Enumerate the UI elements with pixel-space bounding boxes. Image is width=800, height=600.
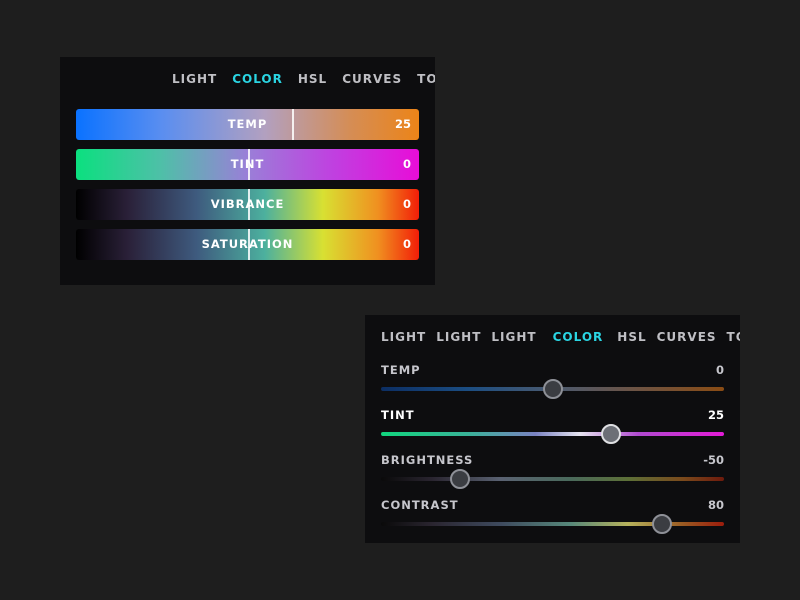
tab-toning[interactable]: TONING [417, 71, 435, 87]
temp-label: TEMP [227, 117, 268, 131]
brightness-value: -50 [703, 453, 724, 467]
color-panel-bars: LIGHT COLOR HSL CURVES TONING TEMP 25 TI… [60, 57, 435, 285]
brightness-label: BRIGHTNESS [381, 453, 474, 467]
tint-value: 0 [402, 157, 411, 171]
tint-marker[interactable] [247, 149, 250, 180]
tab-color[interactable]: COLOR [232, 71, 283, 87]
tab-curves[interactable]: CURVES [342, 71, 402, 87]
tab-curves[interactable]: CURVES [657, 329, 717, 345]
tab-toning[interactable]: TONING [727, 329, 740, 345]
temp-bar-slider[interactable]: TEMP 25 [76, 109, 419, 140]
tab-light[interactable]: LIGHT [491, 329, 536, 345]
tint-value: 25 [707, 408, 724, 422]
tab-color[interactable]: COLOR [553, 329, 604, 345]
tab-light[interactable]: LIGHT [436, 329, 481, 345]
vibrance-marker[interactable] [247, 189, 250, 220]
panel-tabs: LIGHT LIGHT LIGHT COLOR HSL CURVES TONIN… [381, 329, 740, 345]
panel-tabs: LIGHT COLOR HSL CURVES TONING [172, 71, 435, 87]
tab-hsl[interactable]: HSL [298, 71, 327, 87]
saturation-value: 0 [402, 237, 411, 251]
tint-slider-row: TINT 25 [381, 408, 724, 448]
tint-bar-slider[interactable]: TINT 0 [76, 149, 419, 180]
contrast-slider-thumb[interactable] [652, 514, 673, 534]
temp-slider-thumb[interactable] [542, 379, 563, 399]
tint-slider-thumb[interactable] [600, 424, 621, 444]
temp-value: 0 [715, 363, 724, 377]
brightness-slider-thumb[interactable] [449, 469, 470, 489]
tab-light[interactable]: LIGHT [381, 329, 426, 345]
saturation-bar-slider[interactable]: SATURATION 0 [76, 229, 419, 260]
contrast-value: 80 [707, 498, 724, 512]
brightness-slider-row: BRIGHTNESS -50 [381, 453, 724, 493]
temp-value: 25 [394, 117, 411, 131]
temp-marker[interactable] [292, 109, 295, 140]
tint-slider-track[interactable] [381, 432, 724, 436]
saturation-marker[interactable] [247, 229, 250, 260]
tab-light[interactable]: LIGHT [172, 71, 217, 87]
tint-label: TINT [381, 408, 415, 422]
contrast-slider-row: CONTRAST 80 [381, 498, 724, 538]
temp-slider-row: TEMP 0 [381, 363, 724, 403]
temp-label: TEMP [381, 363, 421, 377]
contrast-slider-track[interactable] [381, 522, 724, 526]
brightness-slider-track[interactable] [381, 477, 724, 481]
vibrance-bar-slider[interactable]: VIBRANCE 0 [76, 189, 419, 220]
vibrance-value: 0 [402, 197, 411, 211]
color-panel-sliders: LIGHT LIGHT LIGHT COLOR HSL CURVES TONIN… [365, 315, 740, 543]
contrast-label: CONTRAST [381, 498, 459, 512]
tab-hsl[interactable]: HSL [617, 329, 646, 345]
